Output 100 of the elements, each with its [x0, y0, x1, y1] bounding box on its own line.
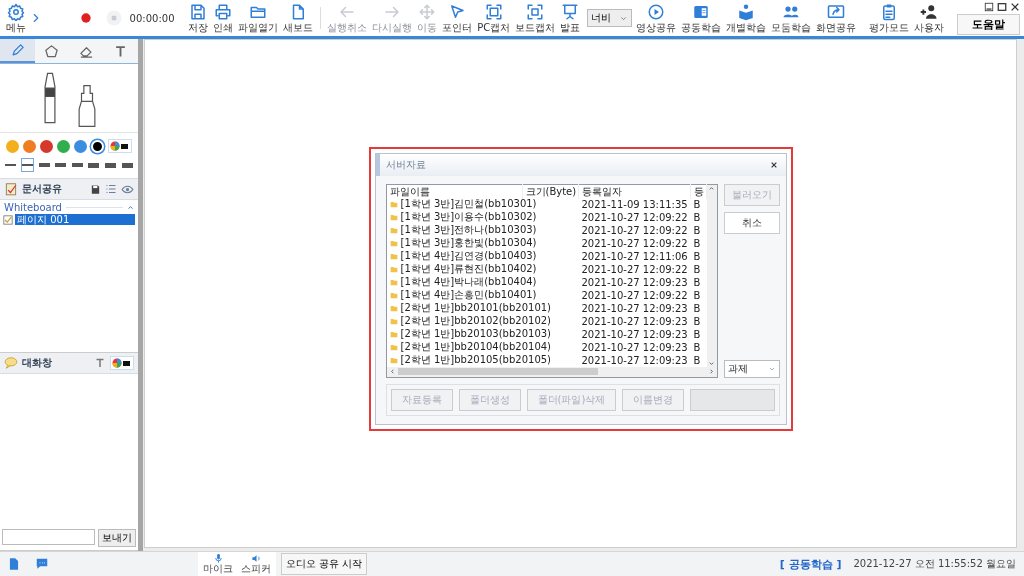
file-name[interactable]: [1학년 4반]박나래(bb10404) [400, 275, 537, 289]
pc-capture-button[interactable]: PC캡처 [475, 2, 513, 34]
pentagon-icon [44, 43, 60, 59]
color-swatch[interactable] [57, 139, 70, 153]
speaker-button[interactable]: 스피커 [239, 552, 273, 576]
team-study-button[interactable]: 모둠학습 [769, 2, 814, 34]
file-name[interactable]: [2학년 1반]bb20102(bb20102) [400, 314, 552, 328]
table-cell-text: B [692, 327, 702, 341]
table-cell-text: 2021-10-27 12:09:23 [580, 275, 689, 289]
group-study-button[interactable]: 공동학습 [679, 2, 724, 34]
table-cell-text: B [692, 262, 702, 276]
table-cell-text: B [692, 288, 702, 302]
close-icon[interactable] [769, 160, 778, 169]
marker-drawing[interactable] [77, 84, 97, 128]
caret-right-icon [707, 368, 715, 375]
file-name[interactable]: [1학년 3반]이용수(bb10302) [400, 210, 537, 224]
file-name[interactable]: [2학년 1반]bb20104(bb20104) [400, 340, 552, 354]
scrollbar[interactable] [706, 184, 717, 367]
pen-tab[interactable] [0, 39, 35, 63]
user-add-icon [920, 3, 938, 21]
color-swatch[interactable] [74, 139, 87, 153]
width-dropdown[interactable]: 너비 [587, 9, 633, 27]
present-button[interactable]: 발표 [558, 2, 583, 34]
file-name[interactable]: [1학년 3반]전하나(bb10303) [400, 223, 537, 237]
send-button[interactable]: 보내기 [98, 529, 136, 547]
menu-button[interactable]: 메뉴 [4, 2, 28, 34]
table-cell-text: B [692, 210, 702, 224]
color-swatch[interactable] [40, 139, 53, 153]
list-icon[interactable] [105, 183, 117, 195]
table-cell-text: 2021-10-27 12:09:23 [580, 340, 689, 354]
help-button[interactable]: 도움말 [957, 13, 1020, 35]
speech-bubble-icon [4, 356, 18, 370]
file-list[interactable] [385, 183, 718, 378]
microphone-button[interactable]: 마이크 [201, 552, 235, 576]
column-header[interactable]: 등 [690, 183, 707, 199]
capture-icon [526, 3, 545, 21]
table-cell-text: 2021-10-27 12:09:22 [580, 262, 689, 276]
video-share-button[interactable]: 영상공유 [634, 2, 679, 34]
group-label: Whiteboard [4, 202, 62, 213]
pointer-button[interactable]: 포인터 [440, 2, 475, 34]
file-name[interactable]: [1학년 3반]김민철(bb10301) [400, 197, 537, 211]
minimize-icon[interactable] [984, 1, 994, 12]
clipboard-icon [4, 182, 18, 196]
column-header[interactable]: 파일이름 [386, 183, 523, 199]
table-cell-text: 2021-10-27 12:09:22 [580, 288, 689, 302]
line-width-option[interactable] [20, 158, 35, 172]
file-name[interactable]: [1학년 4반]류현진(bb10402) [400, 262, 537, 276]
chat-icon[interactable] [35, 557, 49, 571]
print-button[interactable]: 인쇄 [210, 2, 235, 34]
table-cell-text: 2021-10-27 12:09:22 [580, 236, 689, 250]
column-header[interactable]: 등록일자 [578, 183, 691, 199]
file-name[interactable]: [1학년 4반]손흥민(bb10401) [400, 288, 537, 302]
file-name[interactable]: [2학년 1반]bb20101(bb20101) [400, 301, 552, 315]
document-icon[interactable] [7, 557, 21, 571]
microphone-icon [212, 553, 224, 564]
name-field[interactable] [690, 388, 775, 411]
settings-icon [7, 3, 25, 21]
table-cell-text: B [692, 275, 702, 289]
evaluation-mode-button[interactable]: 평가모드 [867, 2, 911, 34]
file-name[interactable]: [1학년 3반]홍한빛(bb10304) [400, 236, 537, 250]
cancel-button[interactable]: 취소 [723, 211, 780, 234]
new-board-button[interactable]: 새보드 [280, 2, 315, 34]
book-icon [692, 3, 711, 21]
save-button[interactable]: 저장 [185, 2, 210, 34]
table-cell-text: B [692, 236, 702, 250]
text-icon[interactable] [94, 357, 106, 369]
maximize-icon[interactable] [997, 1, 1007, 12]
palette-icon[interactable] [110, 356, 134, 370]
printer-icon [213, 3, 232, 21]
file-name[interactable]: [2학년 1반]bb20103(bb20103) [400, 327, 552, 341]
individual-study-button[interactable]: 개별학습 [724, 2, 769, 34]
caret-left-icon [388, 368, 396, 375]
checkbox[interactable] [3, 214, 13, 225]
column-header[interactable]: 크기(Byte) [522, 183, 579, 199]
users-button[interactable]: 사용자 [912, 2, 946, 34]
table-cell-text: B [692, 223, 702, 237]
chat-input[interactable] [2, 529, 95, 545]
panel-title: 문서공유 [22, 182, 63, 196]
screen-share-button[interactable]: 화면공유 [814, 2, 859, 34]
close-icon[interactable] [1010, 1, 1020, 12]
file-name[interactable]: [1학년 4반]김연경(bb10403) [400, 249, 537, 263]
scrollbar[interactable] [386, 366, 717, 377]
page-item[interactable]: 페이지 001 [15, 214, 135, 225]
board-capture-button[interactable]: 보드캡처 [513, 2, 558, 34]
cursor-icon [448, 3, 467, 21]
collapse-icon[interactable] [127, 204, 134, 211]
palette-icon[interactable] [108, 139, 132, 153]
save-icon[interactable] [90, 183, 101, 195]
caret-down-icon [708, 359, 715, 367]
color-swatch[interactable] [6, 139, 19, 153]
table-cell-text: 2021-10-27 12:09:23 [580, 353, 689, 367]
open-file-button[interactable]: 파일열기 [235, 2, 280, 34]
category-dropdown[interactable]: 과제 [723, 359, 780, 378]
table-cell-text: B [692, 301, 702, 315]
audio-share-button[interactable]: 오디오 공유 시작 [281, 553, 368, 575]
whiteboard-canvas[interactable] [144, 39, 1017, 548]
table-cell-text: B [692, 314, 702, 328]
color-swatch[interactable] [23, 139, 36, 153]
file-name[interactable]: [2학년 1반]bb20105(bb20105) [400, 353, 552, 367]
color-swatch[interactable] [91, 139, 104, 153]
